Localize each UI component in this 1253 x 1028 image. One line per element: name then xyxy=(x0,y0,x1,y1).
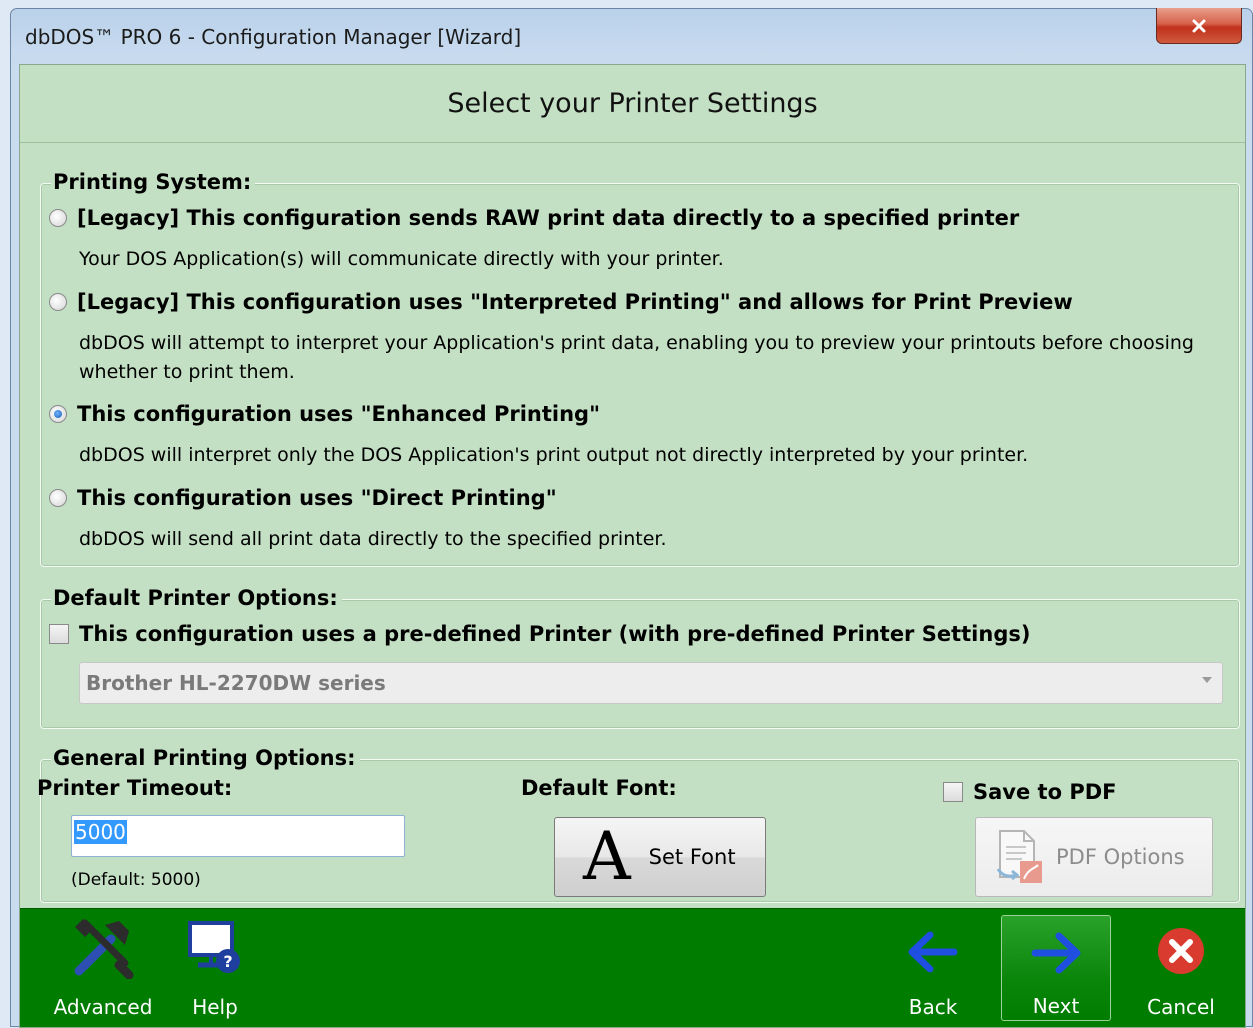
pdf-options-label: PDF Options xyxy=(1056,845,1185,869)
general-printing-group: General Printing Options: Printer Timeou… xyxy=(37,746,1240,903)
printer-timeout-label: Printer Timeout: xyxy=(37,776,233,800)
radio-direct[interactable] xyxy=(49,489,67,507)
pdf-document-icon xyxy=(996,830,1042,883)
printing-option-desc: Your DOS Application(s) will communicate… xyxy=(79,248,724,270)
save-to-pdf-checkbox[interactable] xyxy=(943,782,963,802)
arrow-left-icon xyxy=(908,931,958,973)
radio-raw[interactable] xyxy=(49,209,67,227)
printing-option-desc: dbDOS will send all print data directly … xyxy=(79,528,667,550)
printing-option-label: This configuration uses "Direct Printing… xyxy=(77,486,557,510)
default-font-label: Default Font: xyxy=(521,776,677,800)
predefined-printer-checkbox[interactable] xyxy=(49,624,69,644)
svg-text:?: ? xyxy=(223,952,232,971)
printing-option-label: [Legacy] This configuration uses "Interp… xyxy=(77,290,1073,314)
printing-system-group: Printing System: [Legacy] This configura… xyxy=(40,170,1240,567)
save-to-pdf-label: Save to PDF xyxy=(973,780,1117,804)
tools-icon xyxy=(74,919,134,979)
printer-timeout-default: (Default: 5000) xyxy=(71,870,201,890)
printing-option-desc: dbDOS will interpret only the DOS Applic… xyxy=(79,444,1029,466)
close-icon xyxy=(1192,19,1206,32)
font-a-icon: A xyxy=(583,818,631,895)
client-area: Select your Printer Settings Printing Sy… xyxy=(19,64,1246,1028)
default-printer-title: Default Printer Options: xyxy=(51,586,342,610)
help-monitor-icon: ? xyxy=(188,921,240,973)
set-font-label: Set Font xyxy=(648,845,736,869)
page-title: Select your Printer Settings xyxy=(20,65,1245,143)
help-label: Help xyxy=(192,995,238,1019)
printing-option-raw[interactable]: [Legacy] This configuration sends RAW pr… xyxy=(49,206,1019,230)
window-title: dbDOS™ PRO 6 - Configuration Manager [Wi… xyxy=(25,25,522,49)
printing-option-label: [Legacy] This configuration sends RAW pr… xyxy=(77,206,1020,230)
close-button[interactable] xyxy=(1156,8,1242,44)
wizard-footer: Advanced ? Help Back Next Cancel xyxy=(20,908,1245,1027)
printing-option-direct[interactable]: This configuration uses "Direct Printing… xyxy=(49,486,557,510)
arrow-right-icon xyxy=(1031,932,1081,974)
title-bar[interactable]: dbDOS™ PRO 6 - Configuration Manager [Wi… xyxy=(11,8,1252,63)
printer-select-value: Brother HL-2270DW series xyxy=(86,671,386,695)
printing-option-label: This configuration uses "Enhanced Printi… xyxy=(77,402,601,426)
printer-select[interactable]: Brother HL-2270DW series xyxy=(79,662,1223,704)
printing-system-title: Printing System: xyxy=(51,170,256,194)
printing-option-enhanced[interactable]: This configuration uses "Enhanced Printi… xyxy=(49,402,600,426)
next-button[interactable]: Next xyxy=(1001,915,1111,1021)
pdf-options-button[interactable]: PDF Options xyxy=(975,817,1213,897)
printer-timeout-value: 5000 xyxy=(74,820,127,844)
radio-interpreted[interactable] xyxy=(49,293,67,311)
predefined-printer-row[interactable]: This configuration uses a pre-defined Pr… xyxy=(49,622,1030,646)
cancel-button[interactable]: Cancel xyxy=(1126,915,1236,1021)
printing-option-desc: dbDOS will attempt to interpret your App… xyxy=(79,332,1194,383)
default-printer-group: Default Printer Options: This configurat… xyxy=(40,586,1240,729)
printing-option-interpreted[interactable]: [Legacy] This configuration uses "Interp… xyxy=(49,290,1073,314)
wizard-window: dbDOS™ PRO 6 - Configuration Manager [Wi… xyxy=(10,8,1253,1028)
back-label: Back xyxy=(908,995,958,1019)
advanced-button[interactable]: Advanced xyxy=(48,915,158,1021)
back-button[interactable]: Back xyxy=(878,915,988,1021)
set-font-button[interactable]: A Set Font xyxy=(554,817,766,897)
next-label: Next xyxy=(1032,994,1080,1018)
help-button[interactable]: ? Help xyxy=(160,915,270,1021)
general-printing-title: General Printing Options: xyxy=(51,746,360,770)
radio-enhanced[interactable] xyxy=(49,405,67,423)
advanced-label: Advanced xyxy=(53,995,153,1019)
cancel-icon xyxy=(1158,928,1204,974)
predefined-printer-label: This configuration uses a pre-defined Pr… xyxy=(79,622,1031,646)
printer-timeout-input[interactable]: 5000 xyxy=(71,815,405,857)
save-to-pdf-row[interactable]: Save to PDF xyxy=(943,780,1116,804)
cancel-label: Cancel xyxy=(1147,995,1215,1019)
chevron-down-icon xyxy=(1202,677,1212,683)
